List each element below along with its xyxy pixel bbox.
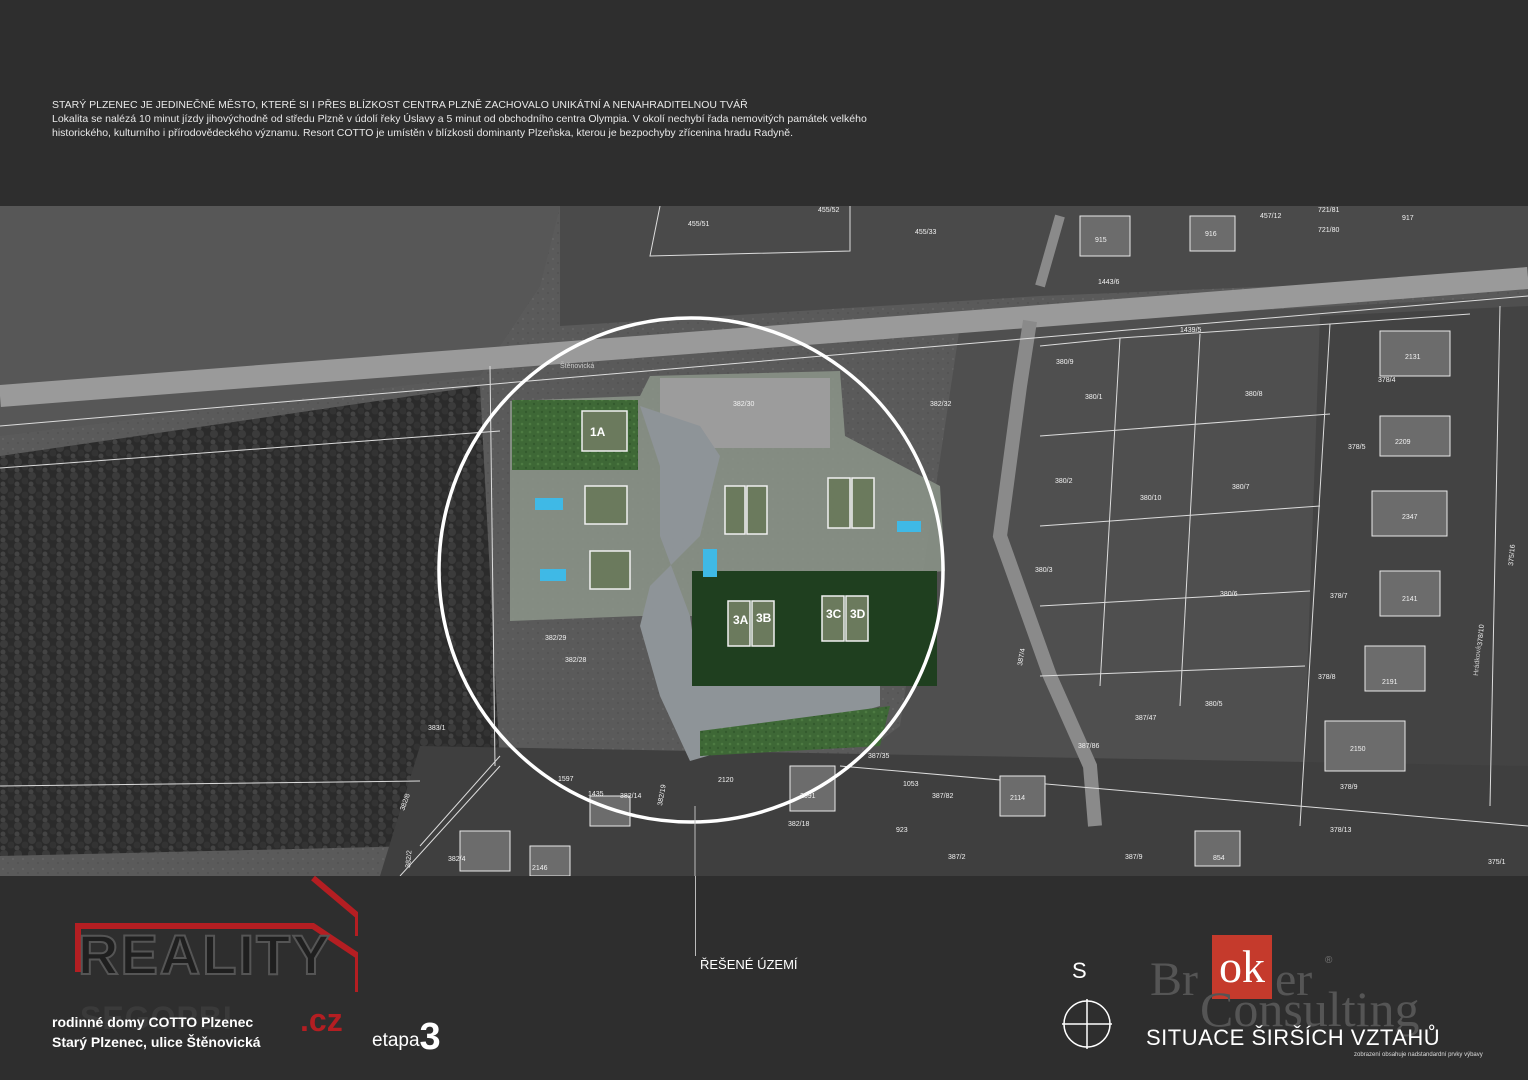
plot-label: 382/4	[448, 856, 466, 863]
unit-3c-label: 3C	[826, 607, 842, 621]
plot-label: 380/8	[1245, 391, 1263, 398]
stage-word: etapa	[372, 1030, 420, 1051]
plot-label: 375/1	[1488, 859, 1506, 866]
plot-label: 455/33	[915, 229, 937, 236]
plot-label: 457/12	[1260, 213, 1282, 220]
intro-line-1: STARÝ PLZENEC JE JEDINEČNÉ MĚSTO, KTERÉ …	[52, 99, 748, 111]
plot-label: 382/30	[733, 401, 755, 408]
aerial-map[interactable]: 1A 3A 3B 3C 3D Štěnovická Hrádková 455/5…	[0, 206, 1528, 876]
intro-text: STARÝ PLZENEC JE JEDINEČNÉ MĚSTO, KTERÉ …	[52, 98, 1052, 140]
stage-number: 3	[419, 1016, 441, 1058]
plot-label: 1435	[588, 791, 604, 798]
plot-label: 383/1	[428, 725, 446, 732]
plot-label: 382/18	[788, 821, 810, 828]
plot-label: 455/51	[688, 221, 710, 228]
plot-label: 2150	[1350, 746, 1366, 753]
plot-label: 2209	[1395, 439, 1411, 446]
plot-label: 382/32	[930, 401, 952, 408]
plot-label: 378/4	[1378, 377, 1396, 384]
plot-label: 916	[1205, 231, 1217, 238]
unit-3b-label: 3B	[756, 611, 772, 625]
project-title: rodinné domy COTTO Plzenec	[52, 1014, 254, 1030]
plot-label: 854	[1213, 855, 1225, 862]
plot-label: 923	[896, 827, 908, 834]
reality-watermark-cz: .cz	[300, 1002, 343, 1038]
plot-label: 378/5	[1348, 444, 1366, 451]
unit-1a-label: 1A	[590, 425, 606, 439]
unit-3a-label: 3A	[733, 613, 749, 627]
intro-line-3: historického, kulturního i přírodovědeck…	[52, 127, 793, 139]
plot-label: 382/28	[565, 657, 587, 664]
plot-label: 378/13	[1330, 827, 1352, 834]
plot-label: 2131	[1405, 354, 1421, 361]
plot-label: 2141	[1402, 596, 1418, 603]
plot-label: 380/10	[1140, 495, 1162, 502]
plot-label: 2091	[800, 793, 816, 800]
plot-label: 380/7	[1232, 484, 1250, 491]
unit-3d-label: 3D	[850, 607, 866, 621]
plot-label: 387/9	[1125, 854, 1143, 861]
pointer-line	[695, 876, 696, 956]
situation-note: zobrazení obsahuje nadstandardní prvky v…	[1354, 1052, 1483, 1058]
plot-label: 387/86	[1078, 743, 1100, 750]
plot-label: 387/2	[948, 854, 966, 861]
map-canvas: 1A 3A 3B 3C 3D Štěnovická Hrádková 455/5…	[0, 206, 1528, 876]
situation-title: SITUACE ŠIRŠÍCH VZTAHŮ	[1146, 1025, 1441, 1050]
broker-registered-icon: ®	[1325, 955, 1333, 966]
reality-watermark-text: REALITY	[77, 922, 332, 987]
compass-icon	[1062, 999, 1112, 1049]
solved-area-label: ŘEŠENÉ ÚZEMÍ	[700, 957, 798, 972]
plot-label: 380/3	[1035, 567, 1053, 574]
plot-label: 380/1	[1085, 394, 1103, 401]
plot-label: 915	[1095, 237, 1107, 244]
project-info: rodinné domy COTTO Plzenec Starý Plzenec…	[52, 1012, 261, 1052]
plot-label: 380/9	[1056, 359, 1074, 366]
plot-label: 378/7	[1330, 593, 1348, 600]
plot-label: 387/35	[868, 753, 890, 760]
street-label-stenovicka: Štěnovická	[560, 361, 594, 370]
plot-label: 455/52	[818, 207, 840, 214]
plot-label: 380/2	[1055, 478, 1073, 485]
plot-label: 721/80	[1318, 227, 1340, 234]
plot-label: 378/9	[1340, 784, 1358, 791]
plot-label: 387/47	[1135, 715, 1157, 722]
plot-label: 2114	[1010, 795, 1025, 802]
stage-label: etapa3	[372, 1016, 441, 1059]
plot-label: 2146	[532, 865, 548, 872]
intro-line-2: Lokalita se nalézá 10 minut jízdy jihový…	[52, 113, 867, 125]
project-address: Starý Plzenec, ulice Štěnovická	[52, 1034, 261, 1050]
plot-label: 2191	[1382, 679, 1398, 686]
plot-label: 2120	[718, 777, 734, 784]
north-label: S	[1072, 958, 1087, 983]
plot-label: 1053	[903, 781, 919, 788]
plot-label: 2347	[1402, 514, 1418, 521]
plot-label: 387/82	[932, 793, 954, 800]
plot-label: 1597	[558, 776, 574, 783]
plot-label: 380/5	[1205, 701, 1223, 708]
plot-label: 382/29	[545, 635, 567, 642]
broker-logo-left: Br	[1150, 953, 1198, 1006]
plot-label: 382/14	[620, 793, 642, 800]
plot-label: 1443/6	[1098, 279, 1120, 286]
plot-label: 378/8	[1318, 674, 1336, 681]
plot-label: 721/81	[1318, 207, 1340, 214]
plot-label: 917	[1402, 215, 1414, 222]
plot-label: 1439/5	[1180, 327, 1202, 334]
plot-label: 380/6	[1220, 591, 1238, 598]
